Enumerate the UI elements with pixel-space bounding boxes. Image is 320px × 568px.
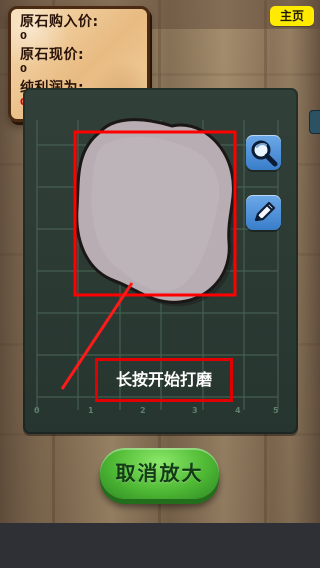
axis-label-2: 2 [140,406,146,415]
axis-label-3: 3 [192,406,198,415]
edit-button[interactable] [246,195,281,230]
axis-label-1: 1 [88,406,94,415]
pencil-icon [254,201,276,222]
side-panel-handle[interactable] [309,110,320,134]
axis-label-5: 5 [273,406,279,415]
bottom-bar [0,523,320,568]
magnify-button[interactable] [246,135,281,170]
game-screen: 原石购入价: 0 原石现价: 0 纯利润为: 0 主页 0 1 2 [0,0,320,568]
axis-label-4: 4 [235,406,241,415]
axis-label-0: 0 [34,406,40,415]
grid-axis-labels: 0 1 2 3 4 5 [34,406,279,415]
instruction-box: 长按开始打磨 [95,358,233,402]
magnify-icon [251,140,278,167]
cancel-zoom-button[interactable]: 取消放大 [100,448,219,499]
